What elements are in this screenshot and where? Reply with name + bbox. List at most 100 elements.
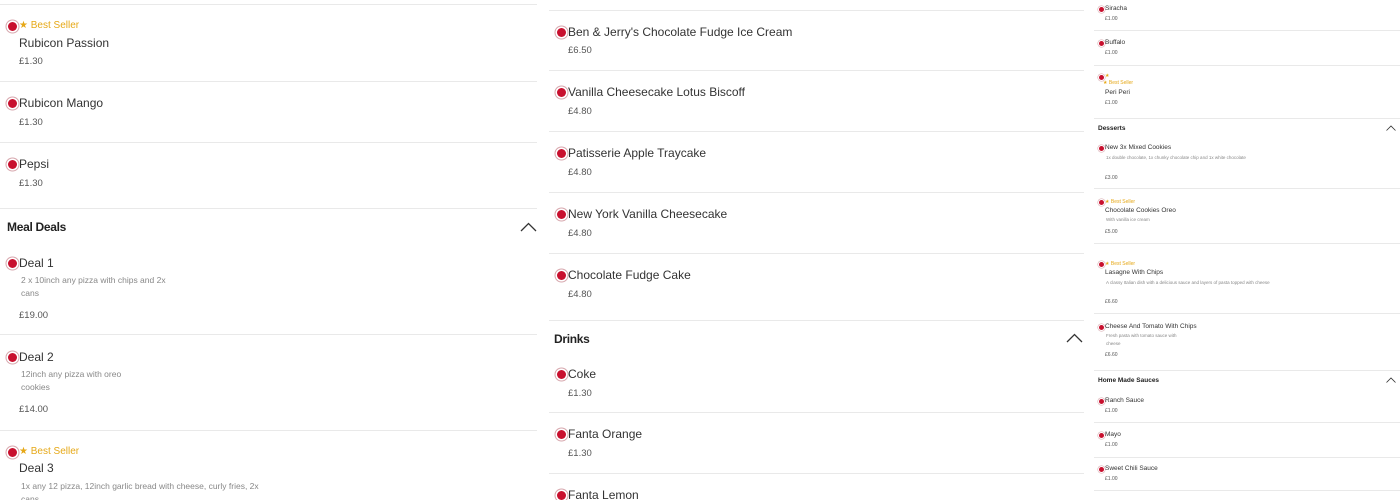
add-indicator-icon	[1099, 433, 1104, 438]
item-description: With vanilla ice cream	[1106, 217, 1150, 222]
item-description: 1x double chocolate, 1x chunky chocolate…	[1106, 155, 1246, 160]
menu-column-right: Siracha £1.00 Buffalo £1.00 ★ ★ Best Sel…	[1094, 0, 1400, 500]
add-indicator-icon	[1099, 7, 1104, 12]
item-name: Buffalo	[1105, 39, 1126, 46]
item-price: £3.00	[1105, 175, 1118, 181]
item-price: £1.00	[1105, 476, 1118, 482]
menu-item[interactable]: Fanta Orange £1.30	[549, 413, 1084, 473]
menu-item[interactable]: Fanta Lemon	[549, 474, 1084, 500]
menu-item[interactable]: Coke £1.30	[549, 357, 1084, 412]
section-title: Drinks	[554, 332, 590, 346]
item-price: £4.80	[568, 167, 592, 178]
add-indicator-icon	[8, 448, 17, 457]
best-seller-badge: ★ Best Seller	[1103, 80, 1134, 86]
item-description: 1x any 12 pizza, 12inch garlic bread wit…	[21, 481, 259, 500]
item-name: Chocolate Cookies Oreo	[1105, 207, 1176, 214]
add-indicator-icon	[8, 353, 17, 362]
menu-item[interactable]: New 3x Mixed Cookies 1x double chocolate…	[1094, 140, 1400, 188]
chevron-up-icon	[1386, 377, 1396, 383]
item-price: £1.30	[19, 178, 43, 189]
menu-item[interactable]: Siracha £1.00	[1094, 0, 1400, 30]
menu-item[interactable]: Buffalo £1.00	[1094, 31, 1400, 65]
menu-item[interactable]: Ben & Jerry's Chocolate Fudge Ice Cream …	[549, 11, 1084, 70]
item-name: Fanta Orange	[568, 427, 643, 441]
add-indicator-icon	[1099, 146, 1104, 151]
item-price: £19.00	[19, 310, 49, 321]
item-name: Lasagne With Chips	[1105, 269, 1164, 276]
section-title: Meal Deals	[7, 220, 67, 234]
item-name: Cheese And Tomato With Chips	[1105, 323, 1197, 330]
item-price: £1.00	[1105, 408, 1118, 414]
item-price: £14.00	[19, 404, 49, 415]
menu-item[interactable]: Deal 1 2 x 10inch any pizza with chips a…	[0, 248, 537, 334]
item-name: Peri Peri	[1105, 89, 1130, 96]
add-indicator-icon	[557, 28, 566, 37]
item-name: Rubicon Passion	[19, 36, 110, 50]
menu-item[interactable]: ★ ★ Best Seller Peri Peri £1.00	[1094, 66, 1400, 118]
add-indicator-icon	[1099, 41, 1104, 46]
menu-item[interactable]: Pepsi £1.30	[0, 143, 537, 208]
item-name: Patisserie Apple Traycake	[568, 146, 707, 160]
menu-item[interactable]: Cheese And Tomato With Chips Fresh pasta…	[1094, 314, 1400, 370]
item-price: £6.60	[1105, 352, 1118, 358]
add-indicator-icon	[1099, 262, 1104, 267]
menu-item[interactable]: New York Vanilla Cheesecake £4.80	[549, 193, 1084, 253]
menu-item[interactable]: Ranch Sauce £1.00	[1094, 392, 1400, 422]
menu-item[interactable]: ★ Best Seller Chocolate Cookies Oreo Wit…	[1094, 189, 1400, 243]
item-name: Pepsi	[19, 157, 50, 171]
item-price: £1.30	[568, 388, 592, 399]
add-indicator-icon	[557, 491, 566, 500]
menu-item[interactable]: Mayo £1.00	[1094, 423, 1400, 457]
item-price: £4.80	[568, 228, 592, 239]
item-price: £1.00	[1105, 50, 1118, 56]
add-indicator-icon	[557, 210, 566, 219]
section-header-desserts[interactable]: Desserts	[1094, 119, 1400, 139]
item-price: £4.80	[568, 106, 592, 117]
item-name: New York Vanilla Cheesecake	[568, 207, 728, 221]
item-name: Deal 1	[19, 256, 54, 270]
best-seller-badge: ★ Best Seller	[19, 20, 80, 31]
menu-item[interactable]: Deal 2 12inch any pizza with oreo cookie…	[0, 335, 537, 430]
add-indicator-icon	[8, 160, 17, 169]
section-header-drinks[interactable]: Drinks	[549, 321, 1084, 357]
item-description: 12inch any pizza with oreo cookies	[21, 369, 122, 392]
section-title: Home Made Sauces	[1098, 377, 1160, 384]
chevron-up-icon	[1066, 333, 1083, 343]
add-indicator-icon	[557, 88, 566, 97]
item-price: £1.00	[1105, 16, 1118, 22]
add-indicator-icon	[8, 99, 17, 108]
item-price: £1.30	[568, 448, 592, 459]
item-name: Vanilla Cheesecake Lotus Biscoff	[568, 85, 745, 99]
best-seller-badge: ★ Best Seller	[1105, 261, 1136, 267]
item-name: Ranch Sauce	[1105, 397, 1145, 404]
menu-item[interactable]: ★ Best Seller Rubicon Passion £1.30	[0, 4, 537, 81]
add-indicator-icon	[1099, 467, 1104, 472]
menu-item[interactable]: ★ Best Seller Deal 3 1x any 12 pizza, 12…	[0, 431, 537, 500]
item-price: £1.00	[1105, 100, 1118, 106]
menu-column-left: ★ Best Seller Rubicon Passion £1.30 Rubi…	[0, 0, 537, 500]
menu-item[interactable]: Vanilla Cheesecake Lotus Biscoff £4.80	[549, 71, 1084, 131]
section-header-meal-deals[interactable]: Meal Deals	[0, 209, 537, 247]
menu-item[interactable]: Rubicon Mango £1.30	[0, 82, 537, 142]
item-name: New 3x Mixed Cookies	[1105, 144, 1172, 151]
item-name: Ben & Jerry's Chocolate Fudge Ice Cream	[568, 25, 793, 39]
star-icon: ★	[1105, 73, 1110, 79]
item-price: £1.00	[1105, 442, 1118, 448]
menu-item[interactable]: Sweet Chili Sauce £1.00	[1094, 458, 1400, 490]
item-price: £6.50	[568, 45, 592, 56]
add-indicator-icon	[557, 430, 566, 439]
item-name: Siracha	[1105, 5, 1128, 12]
item-name: Sweet Chili Sauce	[1105, 465, 1158, 472]
best-seller-badge: ★ Best Seller	[19, 446, 80, 457]
add-indicator-icon	[557, 370, 566, 379]
menu-column-middle: Ben & Jerry's Chocolate Fudge Ice Cream …	[549, 0, 1084, 500]
item-name: Rubicon Mango	[19, 96, 104, 110]
item-price: £1.30	[19, 56, 43, 67]
item-name: Deal 3	[19, 461, 54, 475]
menu-item[interactable]: Chocolate Fudge Cake £4.80	[549, 254, 1084, 320]
item-description: Fresh pasta with tomato sauce with chees…	[1106, 333, 1177, 346]
section-header-home-made-sauces[interactable]: Home Made Sauces	[1094, 371, 1400, 391]
divider	[1094, 490, 1400, 491]
menu-item[interactable]: Patisserie Apple Traycake £4.80	[549, 132, 1084, 192]
menu-item[interactable]: ★ Best Seller Lasagne With Chips A class…	[1094, 244, 1400, 313]
